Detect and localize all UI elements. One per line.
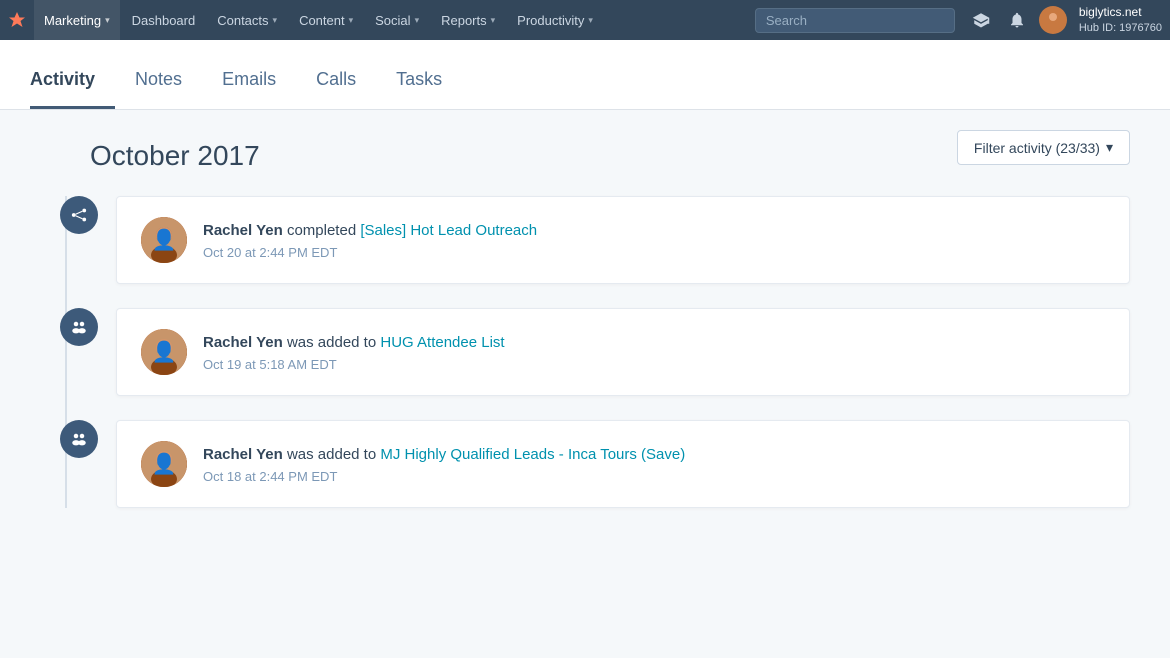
main-content: Filter activity (23/33) ▾ October 2017 — [0, 110, 1170, 658]
activity-card: Rachel Yen was added to MJ Highly Qualif… — [116, 420, 1130, 508]
nav-social[interactable]: Social ▾ — [365, 0, 429, 40]
nav-reports[interactable]: Reports ▾ — [431, 0, 505, 40]
tab-calls[interactable]: Calls — [316, 70, 376, 109]
nav-marketing[interactable]: Marketing ▾ — [34, 0, 120, 40]
activity-timestamp: Oct 20 at 2:44 PM EDT — [203, 245, 1105, 260]
nav-contacts[interactable]: Contacts ▾ — [207, 0, 287, 40]
academy-icon[interactable] — [967, 6, 995, 34]
nav-icons: biglytics.net Hub ID: 1976760 — [967, 5, 1162, 35]
chevron-down-icon: ▾ — [349, 15, 354, 26]
activity-link[interactable]: MJ Highly Qualified Leads - Inca Tours (… — [380, 446, 685, 463]
chevron-down-icon: ▾ — [588, 15, 593, 26]
activity-description: Rachel Yen was added to MJ Highly Qualif… — [203, 444, 1105, 485]
contact-name[interactable]: Rachel Yen — [203, 222, 283, 239]
nav-productivity[interactable]: Productivity ▾ — [507, 0, 603, 40]
activity-timestamp: Oct 19 at 5:18 AM EDT — [203, 357, 1105, 372]
activity-timestamp: Oct 18 at 2:44 PM EDT — [203, 469, 1105, 484]
top-navigation: Marketing ▾ Dashboard Contacts ▾ Content… — [0, 0, 1170, 40]
chevron-down-icon: ▾ — [415, 15, 420, 26]
chevron-down-icon: ▾ — [491, 15, 496, 26]
activity-card: Rachel Yen completed [Sales] Hot Lead Ou… — [116, 196, 1130, 284]
workflow-icon — [60, 196, 98, 234]
tab-emails[interactable]: Emails — [222, 70, 296, 109]
chevron-down-icon: ▾ — [1106, 139, 1113, 156]
activity-item: Rachel Yen was added to MJ Highly Qualif… — [60, 420, 1130, 508]
user-info[interactable]: biglytics.net Hub ID: 1976760 — [1079, 5, 1162, 35]
tab-notes[interactable]: Notes — [135, 70, 202, 109]
contact-avatar — [141, 441, 187, 487]
activity-link[interactable]: [Sales] Hot Lead Outreach — [360, 222, 537, 239]
tab-tasks[interactable]: Tasks — [396, 70, 462, 109]
tabs-bar: Activity Notes Emails Calls Tasks — [0, 40, 1170, 110]
contact-name[interactable]: Rachel Yen — [203, 446, 283, 463]
contact-avatar — [141, 217, 187, 263]
search-input[interactable] — [755, 8, 955, 33]
activity-link[interactable]: HUG Attendee List — [380, 334, 504, 351]
list-icon — [60, 420, 98, 458]
notifications-icon[interactable] — [1003, 6, 1031, 34]
nav-dashboard[interactable]: Dashboard — [122, 0, 206, 40]
filter-activity-button[interactable]: Filter activity (23/33) ▾ — [957, 130, 1130, 165]
nav-content[interactable]: Content ▾ — [289, 0, 363, 40]
activity-item: Rachel Yen completed [Sales] Hot Lead Ou… — [60, 196, 1130, 284]
tab-activity[interactable]: Activity — [30, 70, 115, 109]
activity-timeline: Rachel Yen completed [Sales] Hot Lead Ou… — [30, 196, 1130, 508]
list-icon — [60, 308, 98, 346]
chevron-down-icon: ▾ — [273, 15, 278, 26]
activity-item: Rachel Yen was added to HUG Attendee Lis… — [60, 308, 1130, 396]
user-avatar[interactable] — [1039, 6, 1067, 34]
contact-name[interactable]: Rachel Yen — [203, 334, 283, 351]
app-logo[interactable] — [8, 11, 26, 29]
activity-card: Rachel Yen was added to HUG Attendee Lis… — [116, 308, 1130, 396]
chevron-down-icon: ▾ — [105, 15, 110, 26]
contact-avatar — [141, 329, 187, 375]
activity-description: Rachel Yen completed [Sales] Hot Lead Ou… — [203, 220, 1105, 261]
activity-description: Rachel Yen was added to HUG Attendee Lis… — [203, 332, 1105, 373]
